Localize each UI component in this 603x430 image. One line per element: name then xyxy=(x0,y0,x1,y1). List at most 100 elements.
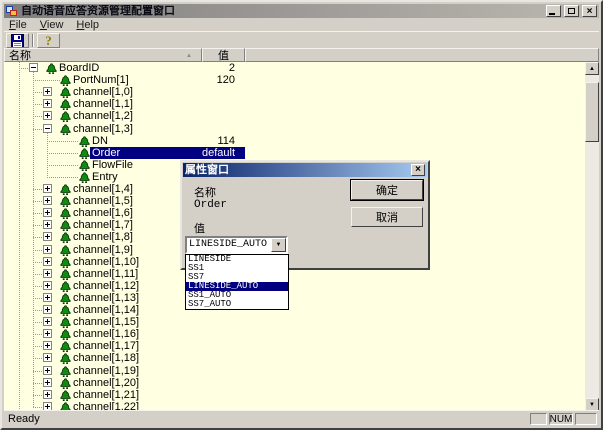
tree-row[interactable]: Orderdefault xyxy=(4,147,585,159)
tree-item-label: channel[1,21] xyxy=(71,389,141,401)
bell-icon xyxy=(60,123,71,135)
app-icon xyxy=(6,5,18,17)
bell-icon xyxy=(60,231,71,243)
collapse-minus-icon[interactable] xyxy=(29,63,38,72)
tree-item-label: channel[1,5] xyxy=(71,195,135,207)
column-header-row: 名称 ▲ 值 xyxy=(4,48,599,62)
tree-row[interactable]: channel[1,0] xyxy=(4,86,585,98)
column-header-value[interactable]: 值 xyxy=(202,48,245,62)
scroll-thumb[interactable] xyxy=(585,82,599,142)
restore-button[interactable] xyxy=(564,5,579,17)
dropdown-option[interactable]: SS1_AUTO xyxy=(186,291,288,300)
menu-item-help[interactable]: Help xyxy=(76,19,99,31)
tree-connector xyxy=(33,298,43,299)
tree-item-label: channel[1,13] xyxy=(71,292,141,304)
tree-row[interactable]: channel[1,15] xyxy=(4,316,585,328)
expand-plus-icon[interactable] xyxy=(43,281,52,290)
bell-icon xyxy=(79,159,90,171)
dialog-close-button[interactable]: × xyxy=(411,164,425,176)
tree-row[interactable]: BoardID2 xyxy=(4,62,585,74)
tree-connector xyxy=(33,262,43,263)
expand-plus-icon[interactable] xyxy=(43,245,52,254)
cancel-button[interactable]: 取消 xyxy=(351,207,423,227)
tree-item-value: 114 xyxy=(217,135,235,147)
value-combobox[interactable]: LINESIDE_AUTO ▼ xyxy=(185,236,288,254)
tree-item-label: channel[1,14] xyxy=(71,304,141,316)
tree-connector xyxy=(33,250,43,251)
scroll-up-button[interactable]: ▲ xyxy=(585,62,599,75)
bell-icon xyxy=(46,62,57,74)
dropdown-option[interactable]: SS1 xyxy=(186,264,288,273)
tree-row[interactable]: channel[1,17] xyxy=(4,340,585,352)
tree-row[interactable]: channel[1,20] xyxy=(4,377,585,389)
expand-plus-icon[interactable] xyxy=(43,317,52,326)
expand-plus-icon[interactable] xyxy=(43,341,52,350)
combobox-dropdown-button[interactable]: ▼ xyxy=(271,238,286,252)
tree-item-label: channel[1,0] xyxy=(71,86,135,98)
chevron-down-icon: ▼ xyxy=(276,242,282,248)
tree-item-label: channel[1,12] xyxy=(71,280,141,292)
column-header-name[interactable]: 名称 ▲ xyxy=(4,48,202,62)
expand-plus-icon[interactable] xyxy=(43,329,52,338)
expand-plus-icon[interactable] xyxy=(43,208,52,217)
bell-icon xyxy=(60,195,71,207)
tree-item-label: channel[1,11] xyxy=(71,268,140,280)
dialog-title-bar[interactable]: 属性窗口 × xyxy=(183,163,427,177)
expand-plus-icon[interactable] xyxy=(43,305,52,314)
title-bar[interactable]: 自动语音应答资源管理配置窗口 × xyxy=(4,4,599,18)
expand-plus-icon[interactable] xyxy=(43,390,52,399)
tree-row[interactable]: channel[1,16] xyxy=(4,328,585,340)
help-icon: ? xyxy=(45,35,52,47)
minimize-button[interactable] xyxy=(546,5,561,17)
tree-row[interactable]: channel[1,1] xyxy=(4,98,585,110)
tree-connector xyxy=(33,334,43,335)
bell-icon xyxy=(60,219,71,231)
expand-plus-icon[interactable] xyxy=(43,232,52,241)
tree-row[interactable]: channel[1,18] xyxy=(4,352,585,364)
expand-plus-icon[interactable] xyxy=(43,111,52,120)
tree-row[interactable]: channel[1,13] xyxy=(4,292,585,304)
expand-plus-icon[interactable] xyxy=(43,353,52,362)
tree-item-label: FlowFile xyxy=(90,159,135,171)
save-button[interactable] xyxy=(6,33,29,48)
dropdown-option[interactable]: LINESIDE_AUTO xyxy=(186,282,288,291)
tree-row[interactable]: channel[1,12] xyxy=(4,280,585,292)
tree-row[interactable]: channel[1,19] xyxy=(4,365,585,377)
close-icon: × xyxy=(415,164,421,175)
close-button[interactable]: × xyxy=(582,5,597,17)
expand-plus-icon[interactable] xyxy=(43,87,52,96)
expand-plus-icon[interactable] xyxy=(43,378,52,387)
tree-connector xyxy=(33,310,43,311)
expand-plus-icon[interactable] xyxy=(43,220,52,229)
tree-row[interactable]: channel[1,2] xyxy=(4,110,585,122)
expand-plus-icon[interactable] xyxy=(43,196,52,205)
help-button[interactable]: ? xyxy=(37,33,60,48)
tree-row[interactable]: DN114 xyxy=(4,135,585,147)
menu-bar: File View Help xyxy=(4,18,599,31)
tree-connector xyxy=(33,80,60,81)
tree-row[interactable]: channel[1,21] xyxy=(4,389,585,401)
expand-plus-icon[interactable] xyxy=(43,293,52,302)
tree-connector xyxy=(33,395,43,396)
vertical-scrollbar[interactable]: ▲ ▼ xyxy=(585,62,599,411)
tree-connector xyxy=(33,237,43,238)
ok-button[interactable]: 确定 xyxy=(351,180,423,200)
menu-item-view[interactable]: View xyxy=(40,19,64,31)
dropdown-option[interactable]: SS7_AUTO xyxy=(186,300,288,309)
expand-plus-icon[interactable] xyxy=(43,269,52,278)
tree-row[interactable]: channel[1,3] xyxy=(4,123,585,135)
tree-row[interactable]: channel[1,14] xyxy=(4,304,585,316)
tree-connector xyxy=(33,358,43,359)
tree-item-value: 2 xyxy=(229,62,235,74)
expand-plus-icon[interactable] xyxy=(43,184,52,193)
tree-row[interactable]: PortNum[1]120 xyxy=(4,74,585,86)
menu-item-file[interactable]: File xyxy=(9,19,27,31)
collapse-minus-icon[interactable] xyxy=(43,124,52,133)
tree-connector xyxy=(33,189,43,190)
dropdown-option[interactable]: LINESIDE xyxy=(186,255,288,264)
expand-plus-icon[interactable] xyxy=(43,366,52,375)
bell-icon xyxy=(60,183,71,195)
expand-plus-icon[interactable] xyxy=(43,257,52,266)
expand-plus-icon[interactable] xyxy=(43,99,52,108)
dropdown-option[interactable]: SS7 xyxy=(186,273,288,282)
